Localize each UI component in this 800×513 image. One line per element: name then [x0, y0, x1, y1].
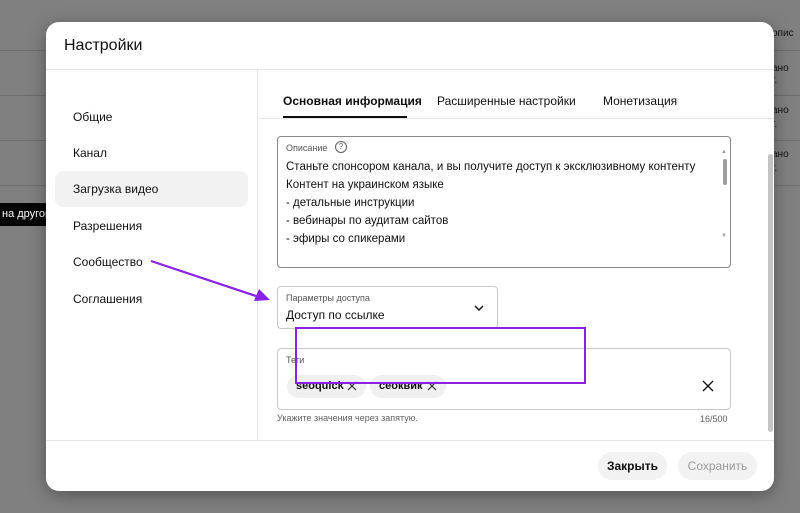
scroll-down-arrow-icon[interactable]: ▼	[721, 233, 727, 239]
settings-sidebar: Общие Канал Загрузка видео Разрешения Со…	[46, 70, 258, 441]
visibility-dropdown[interactable]: Параметры доступа Доступ по ссылке	[277, 286, 498, 329]
bg-text: опис	[772, 28, 794, 39]
visibility-value: Доступ по ссылке	[286, 308, 385, 322]
visibility-label: Параметры доступа	[286, 293, 370, 303]
tab-monetization[interactable]: Монетизация	[603, 94, 677, 108]
tab-bar: Основная информация Расширенные настройк…	[258, 70, 774, 119]
scroll-up-arrow-icon[interactable]: ▲	[721, 149, 727, 155]
description-line: Станьте спонсором канала, и вы получите …	[286, 161, 696, 173]
tab-basic-info[interactable]: Основная информация	[283, 94, 422, 108]
scrollbar-thumb[interactable]	[768, 154, 773, 432]
chevron-down-icon	[474, 305, 484, 311]
dialog-footer: Закрыть Сохранить	[46, 440, 774, 491]
bg-text: ано	[772, 105, 789, 116]
question-circle-icon[interactable]: ?	[335, 141, 347, 153]
close-button[interactable]: Закрыть	[598, 452, 667, 480]
settings-dialog: Настройки Общие Канал Загрузка видео Раз…	[46, 22, 774, 491]
sidebar-item-agreements[interactable]: Соглашения	[55, 281, 248, 317]
description-line: Контент на украинском языке	[286, 179, 444, 191]
clear-tags-icon[interactable]	[702, 380, 714, 392]
description-text[interactable]: Станьте спонсором канала, и вы получите …	[286, 158, 716, 248]
description-line: - детальные инструкции	[286, 197, 415, 209]
tab-advanced-settings[interactable]: Расширенные настройки	[437, 94, 576, 108]
sidebar-item-channel[interactable]: Канал	[55, 135, 248, 171]
dialog-title: Настройки	[64, 37, 143, 54]
settings-content: Основная информация Расширенные настройк…	[258, 70, 774, 441]
content-scrollbar[interactable]	[767, 122, 774, 432]
description-field[interactable]: Описание ? Станьте спонсором канала, и в…	[277, 136, 731, 268]
dialog-header: Настройки	[46, 22, 774, 70]
description-scrollbar-thumb[interactable]	[723, 159, 727, 185]
description-label: Описание	[286, 143, 328, 153]
description-line: - вебинары по аудитам сайтов	[286, 215, 449, 227]
description-line: - эфиры со спикерами	[286, 233, 406, 245]
sidebar-item-upload-defaults[interactable]: Загрузка видео	[55, 171, 248, 207]
bg-text: ано	[772, 63, 789, 74]
tags-hint: Укажите значения через запятую.	[277, 413, 418, 423]
save-button[interactable]: Сохранить	[678, 452, 757, 480]
annotation-highlight-box	[295, 327, 586, 384]
sidebar-item-community[interactable]: Сообщество	[55, 244, 248, 280]
active-tab-indicator	[283, 116, 407, 118]
bg-text: ано	[772, 149, 789, 160]
sidebar-item-general[interactable]: Общие	[55, 99, 248, 135]
sidebar-item-permissions[interactable]: Разрешения	[55, 208, 248, 244]
tags-character-count: 16/500	[700, 414, 728, 424]
bg-tooltip-label: на другом	[0, 203, 48, 226]
